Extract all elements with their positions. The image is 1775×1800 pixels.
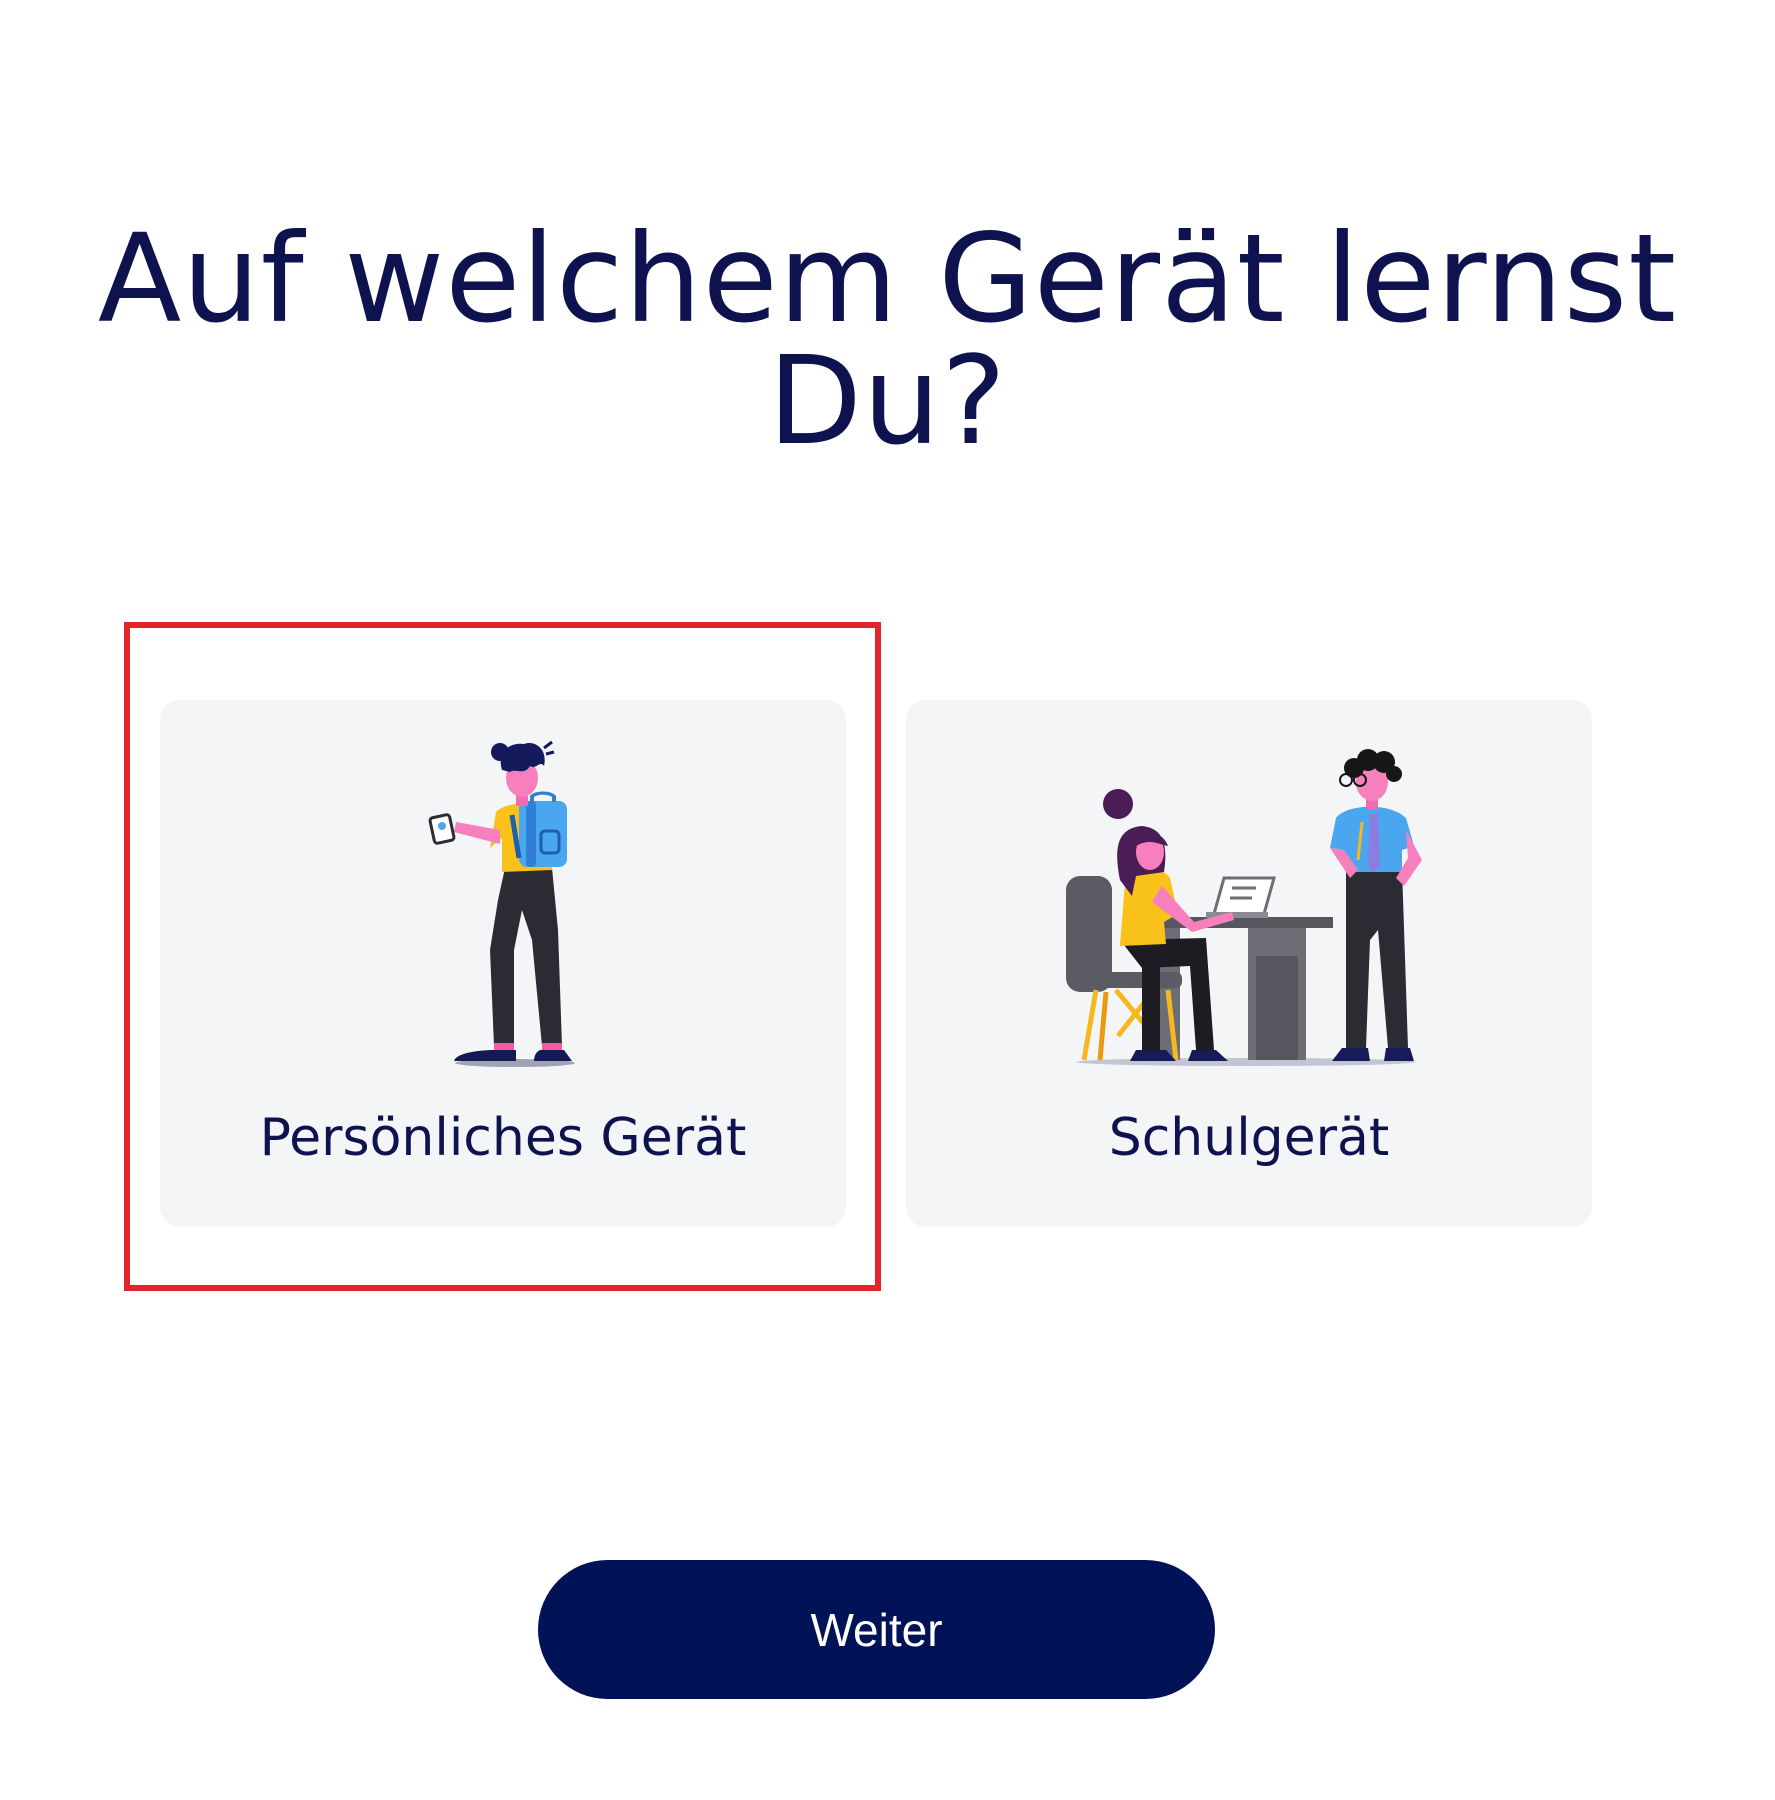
student-with-backpack-and-phone-illustration <box>428 740 575 1067</box>
option-label: Persönliches Gerät <box>259 1108 747 1168</box>
continue-button[interactable]: Weiter <box>538 1560 1215 1699</box>
classroom-desk-laptop-illustration <box>1066 749 1422 1066</box>
option-personal-device[interactable]: Persönliches Gerät <box>160 700 846 1227</box>
option-label: Schulgerät <box>1108 1108 1390 1168</box>
option-school-device[interactable]: Schulgerät <box>906 700 1592 1227</box>
page-title: Auf welchem Gerät lernst Du? <box>97 208 1678 472</box>
